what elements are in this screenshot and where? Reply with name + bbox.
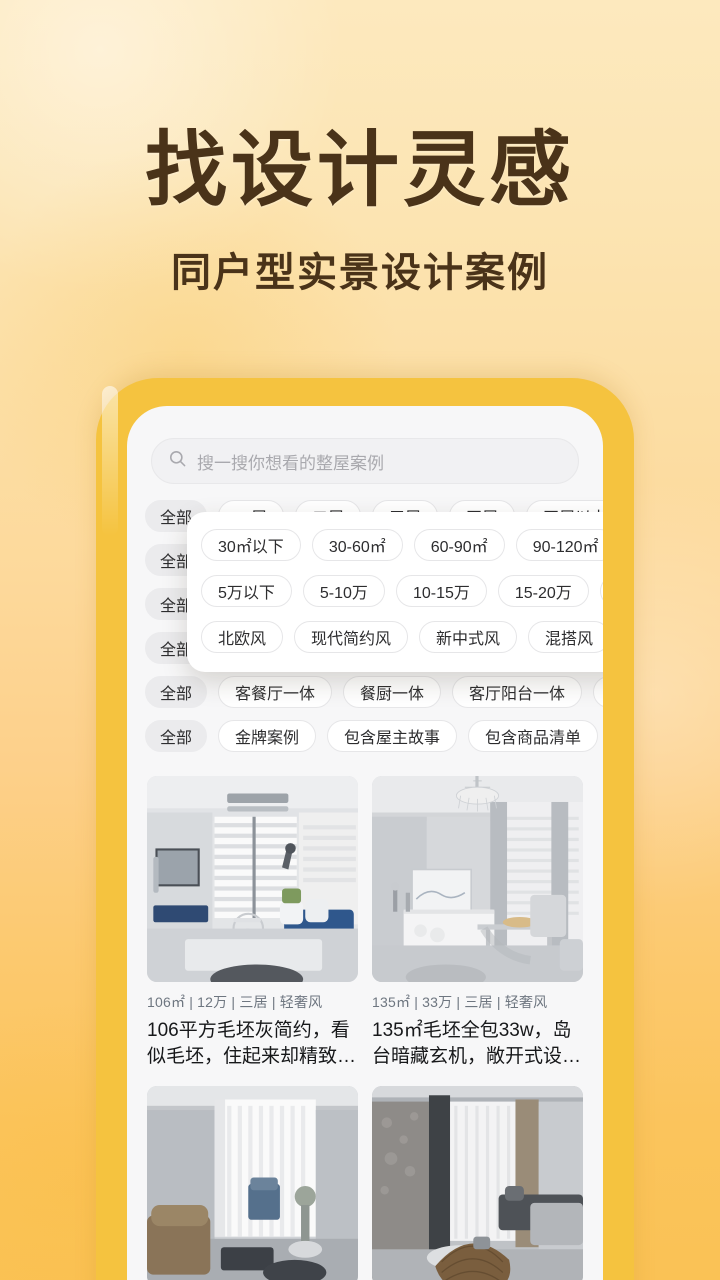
filter-chip[interactable]: 混搭风 <box>528 621 603 653</box>
filter-chip[interactable]: 90-120㎡ <box>515 529 603 561</box>
case-card-image <box>372 776 583 982</box>
panel-filter-row-yusuan: 5万以下 5-10万 10-15万 15-20万 20-30万 <box>187 568 603 614</box>
search-bar-container: 搜一搜你想看的整屋案例 <box>127 406 603 494</box>
case-card-image <box>372 1085 583 1280</box>
case-card-grid-secondary <box>127 1070 603 1280</box>
filter-row-tese: 全部金牌案例包含屋主故事包含商品清单包含预算清单 <box>127 714 603 758</box>
case-card[interactable] <box>372 1085 583 1280</box>
filter-chip-all-kongjian[interactable]: 全部 <box>145 676 208 708</box>
filter-chip[interactable]: 客餐厅一体 <box>218 676 333 708</box>
filter-chip-all-tese[interactable]: 全部 <box>145 720 208 752</box>
case-card-meta: 135㎡ | 33万 | 三居 | 轻奢风 <box>372 994 548 1010</box>
search-icon <box>168 449 187 473</box>
filter-chip[interactable]: 30㎡以下 <box>201 529 301 561</box>
case-card-title: 135㎡毛坯全包33w，岛台暗藏玄机，敞开式设计颜… <box>372 1020 582 1067</box>
filter-chip[interactable]: 5万以下 <box>201 575 292 607</box>
filter-chip[interactable]: 北欧风 <box>201 621 284 653</box>
filter-chip[interactable]: 包含屋主故事 <box>327 720 458 752</box>
filter-chip[interactable]: 金牌案例 <box>218 720 317 752</box>
phone-mockup-frame: 搜一搜你想看的整屋案例 全部一居二居三居四居四居以上别墅复全部30㎡以下30-6… <box>96 378 634 1280</box>
filter-dropdown-panel[interactable]: 30㎡以下30-60㎡60-90㎡90-120㎡120-15万以下5-10万10… <box>187 512 603 672</box>
case-card[interactable]: 135㎡ | 33万 | 三居 | 轻奢风 135㎡毛坯全包33w，岛台暗藏玄机… <box>372 776 583 1070</box>
case-card-image <box>147 776 358 982</box>
filter-chip[interactable]: 5-10万 <box>302 575 385 607</box>
case-card[interactable] <box>147 1085 358 1280</box>
filter-chip[interactable]: 餐厨一体 <box>343 676 442 708</box>
filter-chip[interactable]: 10-15万 <box>395 575 487 607</box>
search-placeholder: 搜一搜你想看的整屋案例 <box>197 453 384 473</box>
filter-section: 全部一居二居三居四居四居以上别墅复全部30㎡以下30-60㎡60-90㎡90-1… <box>127 494 603 762</box>
phone-screen: 搜一搜你想看的整屋案例 全部一居二居三居四居四居以上别墅复全部30㎡以下30-6… <box>127 406 603 1280</box>
case-card-grid: 106㎡ | 12万 | 三居 | 轻奢风 106平方毛坯灰简约，看似毛坯，住起… <box>127 762 603 1070</box>
filter-chip[interactable]: 30-60㎡ <box>311 529 403 561</box>
filter-chip[interactable]: 60-90㎡ <box>413 529 505 561</box>
filter-chip[interactable]: 新中式风 <box>419 621 518 653</box>
filter-chip[interactable]: 开放式厨房 <box>593 676 603 708</box>
case-card-image <box>147 1085 358 1280</box>
case-card-meta: 106㎡ | 12万 | 三居 | 轻奢风 <box>147 994 323 1010</box>
panel-filter-row-fengge: 北欧风现代简约风新中式风混搭风美式风 <box>187 614 603 660</box>
panel-filter-row-mianji: 30㎡以下30-60㎡60-90㎡90-120㎡120-1 <box>187 522 603 568</box>
case-card[interactable]: 106㎡ | 12万 | 三居 | 轻奢风 106平方毛坯灰简约，看似毛坯，住起… <box>147 776 358 1070</box>
phone-bezel-highlight <box>102 386 118 536</box>
filter-chip[interactable]: 20-30万 <box>599 575 603 607</box>
filter-chip[interactable]: 客厅阳台一体 <box>452 676 583 708</box>
page-title: 找设计灵感 <box>144 123 575 218</box>
filter-row-kongjian: 全部客餐厅一体餐厨一体客厅阳台一体开放式厨房 <box>127 670 603 714</box>
hero-section: 找设计灵感 同户型实景设计案例 <box>0 123 720 298</box>
search-input[interactable]: 搜一搜你想看的整屋案例 <box>151 438 579 484</box>
filter-chip[interactable]: 包含商品清单 <box>468 720 599 752</box>
page-subtitle: 同户型实景设计案例 <box>171 250 549 297</box>
case-card-title: 106平方毛坯灰简约，看似毛坯，住起来却精致极了！ <box>147 1020 357 1067</box>
filter-chip[interactable]: 15-20万 <box>497 575 589 607</box>
filter-chip[interactable]: 现代简约风 <box>294 621 409 653</box>
